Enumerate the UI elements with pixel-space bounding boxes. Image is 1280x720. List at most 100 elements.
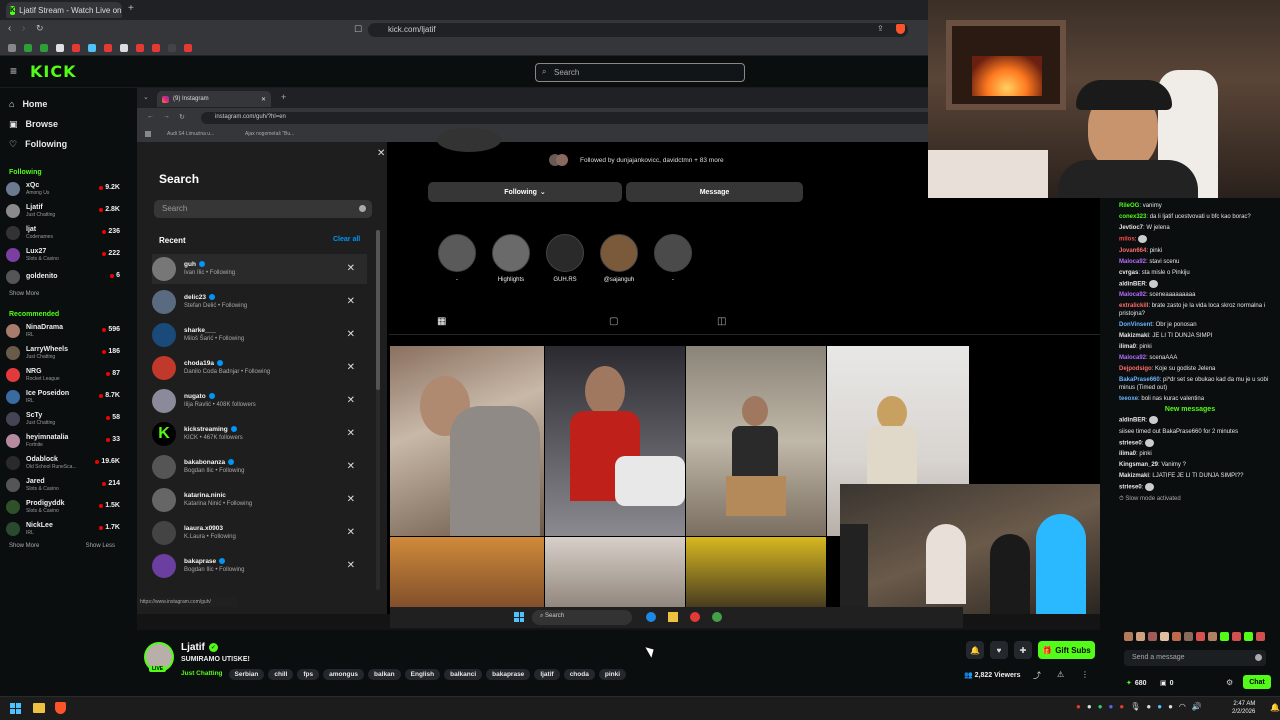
chat-settings-icon[interactable]: ⚙ — [1226, 678, 1233, 687]
emote-icon[interactable] — [1184, 632, 1193, 641]
show-less-label[interactable]: Show Less — [86, 543, 115, 549]
reload-icon[interactable]: ↻ — [36, 23, 44, 34]
emote-icon[interactable] — [1232, 632, 1241, 641]
stream-tag[interactable]: bakaprase — [486, 669, 531, 680]
tray-icon[interactable]: ● — [1168, 702, 1173, 711]
sidebar-channel[interactable]: Jared Slots & Casino 214 — [0, 474, 124, 496]
sidebar-channel[interactable]: xQc Among Us 9.2K — [0, 178, 124, 200]
share-icon[interactable]: ⤴ — [1033, 670, 1041, 681]
emote-icon[interactable] — [1124, 632, 1133, 641]
file-explorer-icon[interactable] — [33, 703, 45, 713]
sidebar-channel[interactable]: LarryWheels Just Chatting 186 — [0, 342, 124, 364]
emote-icon[interactable] — [1172, 632, 1181, 641]
chat-username[interactable]: DonVinsent — [1119, 322, 1152, 328]
emote-icon[interactable] — [1244, 632, 1253, 641]
streamer-name[interactable]: Ljatif — [181, 642, 205, 653]
sidebar-channel[interactable]: NRG Rocket League 87 — [0, 364, 124, 386]
channel-points[interactable]: ✦ 680 — [1126, 679, 1147, 688]
emote-icon[interactable] — [1160, 632, 1169, 641]
menu-icon[interactable]: ≡ — [10, 64, 17, 78]
gift-count[interactable]: ▣ 0 — [1160, 679, 1174, 688]
bookmark-item-icon[interactable] — [40, 44, 48, 52]
chat-message[interactable]: Maloca92: sceneaaaaaaaaa — [1100, 291, 1280, 299]
gift-subs-button[interactable]: 🎁 Gift Subs — [1038, 641, 1095, 659]
tray-icon[interactable]: ● — [1087, 702, 1092, 711]
chat-message[interactable]: ilima0: pinki — [1100, 343, 1280, 351]
sidebar-channel[interactable]: NinaDrama IRL 596 — [0, 320, 124, 342]
emote-icon[interactable] — [1148, 632, 1157, 641]
chat-message[interactable]: Dejpodsigo: Koje su godiste Jelena — [1100, 365, 1280, 373]
follow-heart-button[interactable]: ♥ — [990, 641, 1008, 659]
bookmark-item-icon[interactable] — [56, 44, 64, 52]
more-options-icon[interactable]: ⋮ — [1081, 670, 1089, 679]
nav-following[interactable]: ♡ Following — [0, 134, 124, 154]
stream-tag[interactable]: balkanci — [444, 669, 483, 680]
tray-icon[interactable]: ● — [1076, 702, 1081, 711]
chat-message[interactable]: aldinBER: — [1100, 279, 1280, 289]
chat-message[interactable]: siisee timed out BakaPrase660 for 2 minu… — [1100, 428, 1280, 436]
sidebar-channel[interactable]: Ice Poseidon IRL 8.7K — [0, 386, 124, 408]
chat-message[interactable]: Makizmaki: JE LI TI DUNJA SIMPI — [1100, 332, 1280, 340]
chat-message[interactable]: Kingsman_29: Vanimy ? — [1100, 461, 1280, 469]
brave-shield-icon[interactable] — [896, 24, 905, 34]
report-icon[interactable]: ⚠ — [1057, 670, 1064, 679]
chat-username[interactable]: aldinBER — [1119, 418, 1146, 424]
sidebar-channel[interactable]: Odablock Old School RuneSca... 19.6K — [0, 452, 124, 474]
chat-input[interactable]: Send a message — [1124, 650, 1266, 666]
clip-button[interactable]: ✚ — [1014, 641, 1032, 659]
bookmark-icon[interactable]: ☐ — [354, 24, 362, 35]
chat-message[interactable]: cvrgas: sta misle o Pinkiju — [1100, 269, 1280, 277]
microphone-icon[interactable]: 🎙 — [1130, 702, 1140, 711]
emote-icon[interactable] — [1220, 632, 1229, 641]
bookmark-item-icon[interactable] — [168, 44, 176, 52]
bookmark-item-icon[interactable] — [136, 44, 144, 52]
chat-username[interactable]: Maloca92 — [1119, 292, 1146, 298]
stream-tag[interactable]: balkan — [368, 669, 401, 680]
chat-username[interactable]: teeoxe — [1119, 396, 1138, 402]
new-messages-divider[interactable]: New messages — [1100, 406, 1280, 413]
notification-bell-button[interactable]: 🔔 — [966, 641, 984, 659]
notification-icon[interactable]: 🔔 — [1270, 703, 1280, 712]
sidebar-channel[interactable]: ljat Codenames 236 — [0, 222, 124, 244]
stream-tag[interactable]: fps — [297, 669, 320, 680]
chat-message[interactable]: Jovan664: pinki — [1100, 247, 1280, 255]
stream-tag[interactable]: amongus — [323, 669, 365, 680]
chat-username[interactable]: Makizmaki — [1119, 473, 1149, 479]
apps-icon[interactable] — [8, 44, 16, 52]
nav-browse[interactable]: ▣ Browse — [0, 114, 124, 134]
chat-send-button[interactable]: Chat — [1243, 675, 1271, 689]
chat-message[interactable]: extralickill: brate zasto je la vida loc… — [1100, 302, 1280, 318]
tray-icon[interactable]: ● — [1146, 702, 1151, 711]
chat-username[interactable]: Maloca92 — [1119, 355, 1146, 361]
chat-username[interactable]: cvrgas — [1119, 270, 1138, 276]
chat-username[interactable]: RileOG — [1119, 203, 1139, 209]
chat-username[interactable]: Dejpodsigo — [1119, 366, 1152, 372]
show-more-label[interactable]: Show More — [9, 543, 39, 549]
chat-username[interactable]: conex323 — [1119, 214, 1146, 220]
chat-message[interactable]: RileOG: vanimy — [1100, 202, 1280, 210]
chat-message[interactable]: teeoxe: boli nas kurac valentina — [1100, 395, 1280, 403]
whatsapp-icon[interactable]: ● — [1098, 702, 1103, 711]
stream-tag[interactable]: Serbian — [228, 669, 265, 680]
clock[interactable]: 2:47 AM 2/2/2026 — [1232, 700, 1255, 716]
stream-tag[interactable]: pinki — [598, 669, 627, 680]
address-bar[interactable]: kick.com/ljatif — [368, 23, 908, 37]
forward-icon[interactable]: › — [22, 23, 25, 34]
following-show-more[interactable]: Show More — [0, 288, 124, 300]
chat-username[interactable]: Maloca92 — [1119, 259, 1146, 265]
chat-username[interactable]: Jovan664 — [1119, 248, 1146, 254]
browser-tab[interactable]: K Ljatif Stream - Watch Live on ✕ — [6, 2, 122, 18]
stream-category[interactable]: Just Chatting — [181, 670, 223, 677]
sidebar-channel[interactable]: NickLee IRL 1.7K — [0, 518, 124, 540]
recommended-show-toggle[interactable]: Show More Show Less — [0, 540, 124, 552]
chat-username[interactable]: Jevtioc7 — [1119, 225, 1143, 231]
bookmark-item-icon[interactable] — [152, 44, 160, 52]
chat-message[interactable]: aldinBER: — [1100, 416, 1280, 425]
sidebar-channel[interactable]: goldenito 6 — [0, 266, 124, 288]
chat-message[interactable]: milos: — [1100, 235, 1280, 244]
chat-username[interactable]: Makizmaki — [1119, 333, 1149, 339]
chat-message[interactable]: Maloca92: stavi scenu — [1100, 258, 1280, 266]
nav-home[interactable]: ⌂ Home — [0, 94, 124, 114]
stream-tag[interactable]: choda — [563, 669, 595, 680]
back-icon[interactable]: ‹ — [8, 23, 11, 34]
